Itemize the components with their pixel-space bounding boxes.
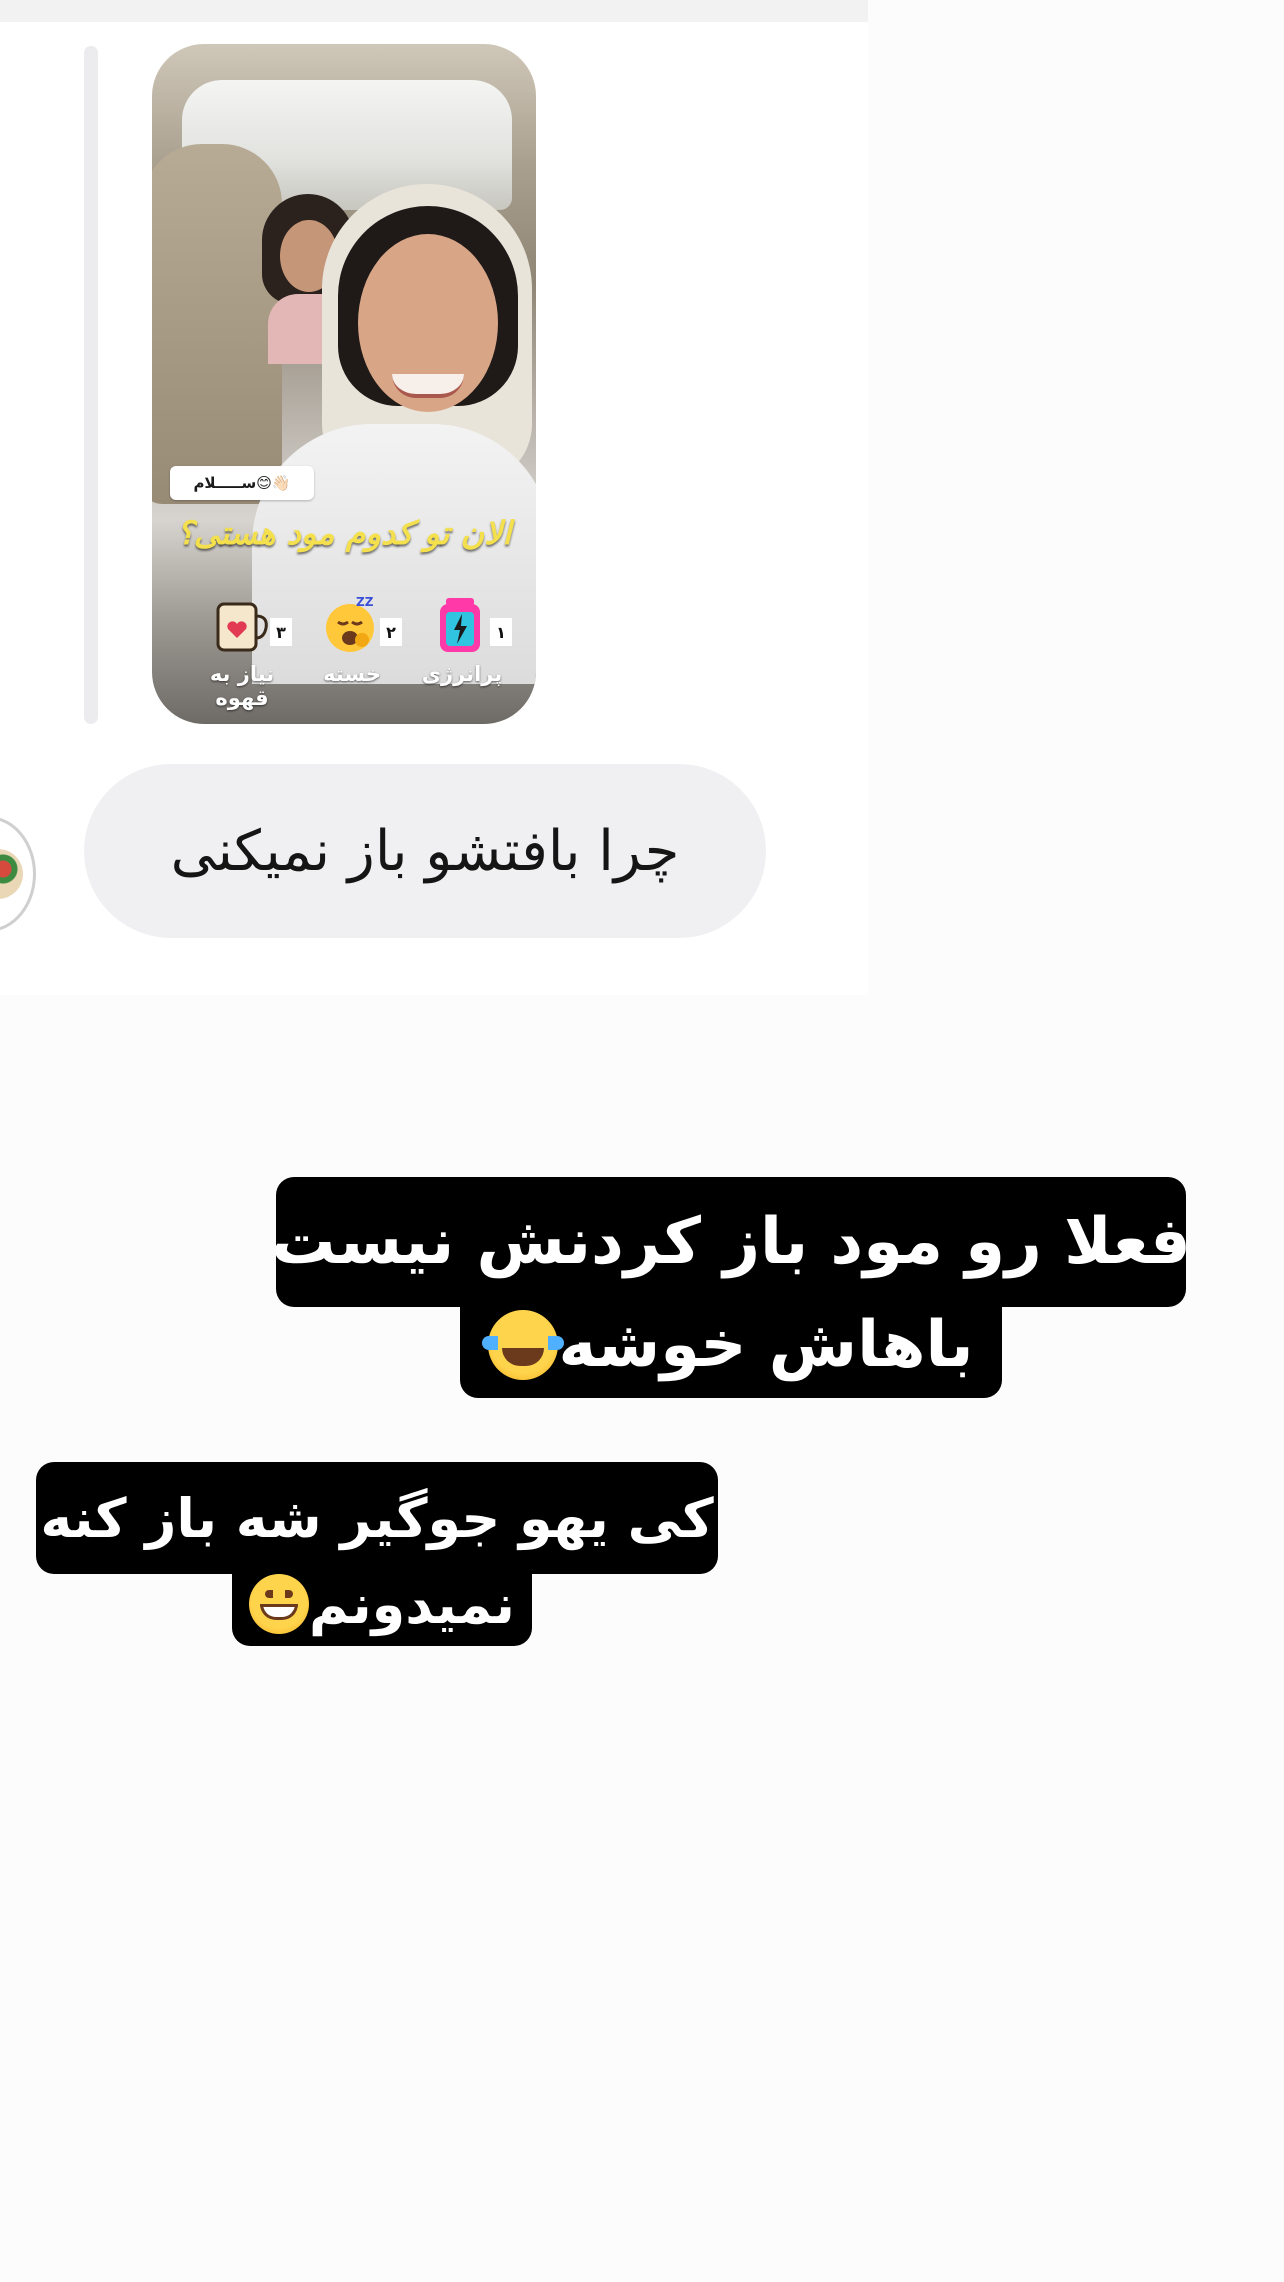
poll-option-3[interactable]: ٣ نیاز به قهوه [192,594,292,710]
coffee-mug-heart-icon [216,602,268,652]
story-reply-card[interactable]: ســـــلام😊👋🏻 الان تو کدوم مود هستی؟ ١ پر… [152,44,536,724]
caption-1-line-2: باهاش خوشه [460,1292,1002,1398]
caption-2-line-2: نمیدونم [232,1562,532,1646]
message-text: چرا بافتشو باز نمیکنی [170,818,680,884]
dm-conversation-screenshot: ســـــلام😊👋🏻 الان تو کدوم مود هستی؟ ١ پر… [0,0,868,995]
caption-1-line-1: فعلا رو مود باز کردنش نیست [271,1177,1191,1307]
poll-option-1[interactable]: ١ پرانرژی [412,594,512,704]
message-bubble[interactable]: چرا بافتشو باز نمیکنی [84,764,766,938]
greeting-sticker: ســـــلام😊👋🏻 [170,466,314,500]
poll-option-2[interactable]: ZZ ٢ خسته [302,594,402,704]
top-strip [0,0,868,22]
poll-question: الان تو کدوم مود هستی؟ [176,514,512,552]
poll-option-label: نیاز به قهوه [209,662,275,710]
svg-text:ZZ: ZZ [356,595,374,609]
story-reply-indicator-bar [84,46,98,724]
face-with-tears-of-joy-icon [482,1310,565,1380]
poll-option-number: ٢ [380,618,402,646]
poll-option-label: پرانرژی [421,662,503,686]
battery-icon [440,598,480,652]
caption-2-line-1: کی یهو جوگیر شه باز کنه [36,1462,718,1574]
story-woman-figure [252,184,536,684]
poll-option-number: ١ [490,618,512,646]
poll-option-number: ٣ [270,618,292,646]
grinning-face-icon [249,1574,310,1634]
yawning-sleepy-face-icon: ZZ [326,595,374,652]
poll-options: ١ پرانرژی ZZ ٢ خسته ٣ نیاز به قهوه [192,594,512,714]
sender-avatar[interactable] [0,816,36,932]
poll-option-label: خسته [323,662,381,686]
